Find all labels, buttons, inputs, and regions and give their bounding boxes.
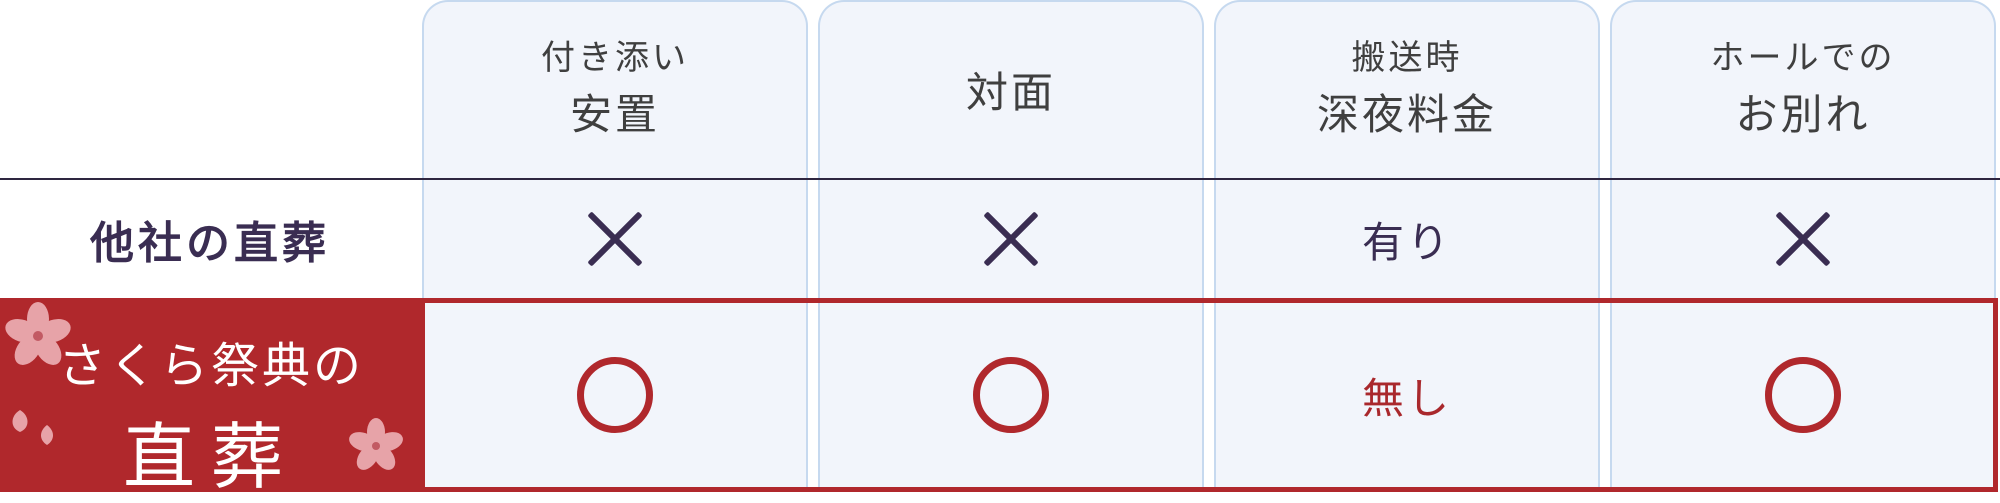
header-line2: 安置: [569, 90, 660, 139]
cross-icon: [587, 211, 643, 267]
ours-cell-2: [818, 298, 1204, 492]
ours-cell-4: [1610, 298, 1996, 492]
brand-label-line1: さくら祭典の: [57, 338, 364, 394]
header-hall-farewell: ホールでの お別れ: [1610, 0, 1996, 178]
circle-icon: [1765, 357, 1841, 433]
ours-cell-3: 無し: [1214, 298, 1600, 492]
brand-label-line2: 直葬: [122, 415, 299, 499]
header-line1: 搬送時: [1351, 38, 1463, 78]
competitor-cell-3: 有り: [1214, 180, 1600, 298]
circle-icon: [577, 357, 653, 433]
ours-cell-1: [422, 298, 808, 492]
header-line2: お別れ: [1735, 90, 1871, 139]
header-line1: ホールでの: [1710, 38, 1896, 78]
header-night-fee: 搬送時 深夜料金: [1214, 0, 1600, 178]
cross-icon: [983, 211, 1039, 267]
brand-label-panel: さくら祭典の 直葬: [0, 298, 422, 499]
competitor-label: 他社の直葬: [90, 218, 330, 269]
header-line1: 付き添い: [541, 38, 689, 78]
competitor-night-fee-value: 有り: [1361, 217, 1452, 267]
competitor-cell-2: [818, 180, 1204, 298]
header-line2: 対面: [965, 67, 1056, 117]
competitor-cell-4: [1610, 180, 1996, 298]
ours-night-fee-value: 無し: [1361, 373, 1452, 423]
circle-icon: [973, 357, 1049, 433]
header-attended-repose: 付き添い 安置: [422, 0, 808, 178]
header-viewing: 対面: [818, 0, 1204, 178]
competitor-cell-1: [422, 180, 808, 298]
cross-icon: [1775, 211, 1831, 267]
header-line2: 深夜料金: [1316, 90, 1497, 139]
